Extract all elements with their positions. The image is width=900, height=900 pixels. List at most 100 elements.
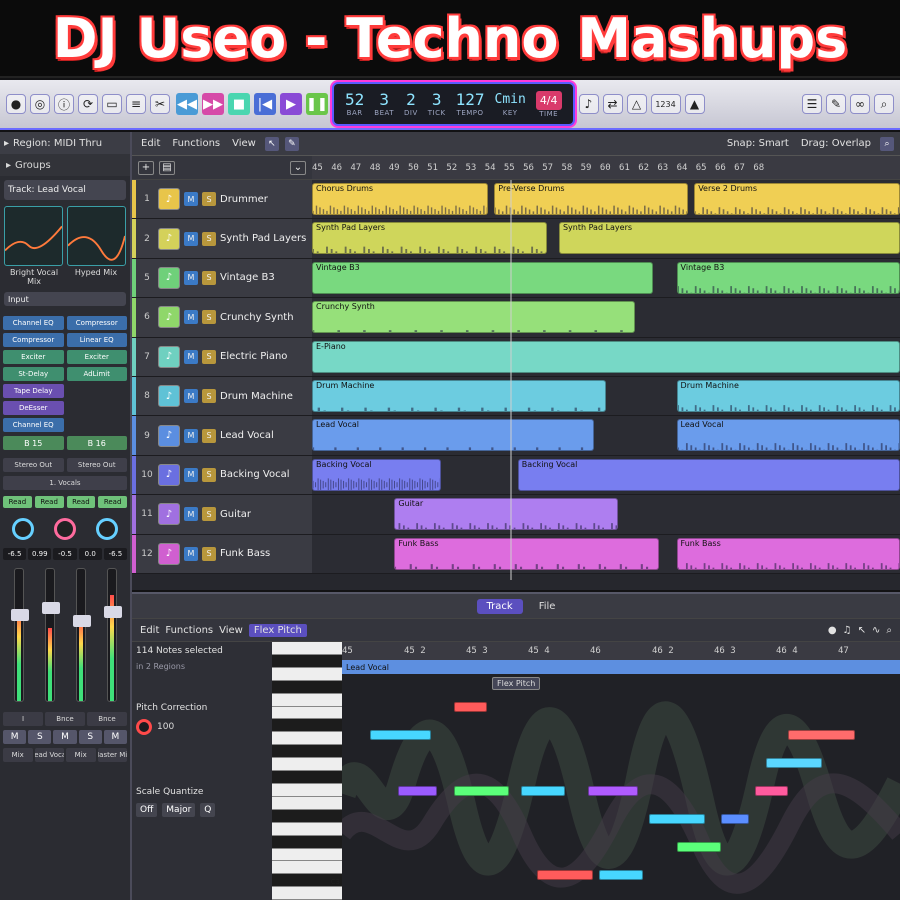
mute-button[interactable]: M xyxy=(103,730,128,744)
bar-ruler[interactable]: 45 46 47 48 49 50 51 52 53 54 55 56 57 58 59 60 61 62 63 64… xyxy=(312,156,900,179)
list-icon[interactable]: ☰ xyxy=(802,94,822,114)
stop-icon[interactable]: ■ xyxy=(228,93,250,115)
piano-key[interactable] xyxy=(272,783,342,797)
midi-note[interactable] xyxy=(721,814,750,824)
track-lane[interactable]: Crunchy Synth xyxy=(312,298,900,337)
track-name[interactable]: Guitar xyxy=(220,509,308,520)
midi-note[interactable] xyxy=(676,842,722,852)
track-name[interactable]: Synth Pad Layers xyxy=(220,233,308,244)
track-region[interactable]: Lead Vocal xyxy=(676,419,900,452)
mute-button[interactable]: M xyxy=(3,730,27,744)
solo-button[interactable]: S xyxy=(202,270,216,285)
bounce-label[interactable]: I xyxy=(3,712,43,726)
solo-button[interactable]: S xyxy=(28,730,52,744)
functions-menu[interactable]: Functions xyxy=(169,137,223,150)
track-header[interactable]: 5 ♪ M S Vintage B3 xyxy=(132,258,312,298)
piano-key[interactable] xyxy=(272,680,342,694)
instrument-icon[interactable]: ♪ xyxy=(158,188,180,211)
pause-icon[interactable]: ❚❚ xyxy=(306,93,328,115)
eq-curve-right[interactable] xyxy=(67,206,126,266)
instrument-icon[interactable]: ♪ xyxy=(158,542,180,565)
instrument-icon[interactable]: ♪ xyxy=(158,385,180,408)
to-start-icon[interactable]: |◀ xyxy=(254,93,276,115)
scissors-icon[interactable]: ✂ xyxy=(150,94,170,114)
track-row[interactable]: 11 ♪ M S Guitar Guitar xyxy=(132,495,900,535)
plugin-slot[interactable]: St-Delay xyxy=(3,367,64,381)
track-lane[interactable]: Lead Vocal Lead Vocal xyxy=(312,416,900,455)
pan-knob[interactable] xyxy=(54,518,76,540)
piano-key[interactable]: C3 xyxy=(272,874,342,888)
midi-note[interactable] xyxy=(788,730,856,740)
track-name[interactable]: Drum Machine xyxy=(220,391,308,402)
piano-key[interactable] xyxy=(272,822,342,836)
track-row[interactable]: 6 ♪ M S Crunchy Synth Crunchy Synth xyxy=(132,298,900,338)
editor-edit-menu[interactable]: Edit xyxy=(140,625,159,636)
volume-fader[interactable] xyxy=(41,568,60,702)
midi-in-icon[interactable]: ♫ xyxy=(843,625,852,636)
solo-button[interactable]: S xyxy=(202,546,216,561)
midi-note[interactable] xyxy=(397,786,437,796)
tab-file[interactable]: File xyxy=(539,601,556,612)
forward-icon[interactable]: ▶▶ xyxy=(202,93,224,115)
solo-button[interactable]: S xyxy=(202,231,216,246)
track-header[interactable]: 8 ♪ M S Drum Machine xyxy=(132,376,312,416)
add-track-icon[interactable]: + xyxy=(138,160,154,175)
cycle-icon[interactable]: ⟳ xyxy=(78,94,98,114)
track-region[interactable]: Synth Pad Layers xyxy=(558,222,900,255)
track-name[interactable]: Backing Vocal xyxy=(220,469,308,480)
bus-send[interactable]: B 15 xyxy=(3,436,64,450)
midi-note[interactable] xyxy=(453,786,510,796)
editor-region-bar[interactable]: Lead Vocal xyxy=(342,660,900,674)
plugin-slot[interactable]: AdLimit xyxy=(66,367,127,381)
piano-roll[interactable]: 45 45 2 45 3 45 4 46 46 2 46 3 46 4 47 Lead Voca… xyxy=(342,642,900,900)
output-slot[interactable]: Stereo Out xyxy=(66,458,127,472)
instrument-icon[interactable]: ♪ xyxy=(158,266,180,289)
lcd-key[interactable]: Cmin KEY xyxy=(490,84,531,124)
playhead[interactable] xyxy=(510,180,512,580)
mute-button[interactable]: M xyxy=(53,730,77,744)
track-row[interactable]: 2 ♪ M S Synth Pad Layers Synth Pad Layers Synt… xyxy=(132,219,900,259)
plugin-slot[interactable]: Linear EQ xyxy=(66,333,127,347)
metronome-icon[interactable]: △ xyxy=(626,94,647,114)
editor-ruler[interactable]: 45 45 2 45 3 45 4 46 46 2 46 3 46 4 47 xyxy=(342,642,900,660)
track-row[interactable]: 8 ♪ M S Drum Machine Drum Machine Drum Machine xyxy=(132,376,900,417)
track-name[interactable]: Vintage B3 xyxy=(220,272,308,283)
track-row[interactable]: 12 ♪ M S Funk Bass Funk Bass Funk Bass xyxy=(132,534,900,574)
track-region[interactable]: Pre-Verse Drums xyxy=(494,183,689,215)
rewind-icon[interactable]: ◀◀ xyxy=(176,93,198,115)
piano-key[interactable] xyxy=(272,771,342,784)
volume-fader[interactable] xyxy=(72,568,91,702)
track-lane[interactable]: Drum Machine Drum Machine xyxy=(312,376,900,416)
bounce-label[interactable]: Bnce xyxy=(87,712,127,726)
track-header[interactable]: 9 ♪ M S Lead Vocal xyxy=(132,416,312,455)
track-name[interactable]: Funk Bass xyxy=(220,548,308,559)
lcd-display[interactable]: 52 BAR 3 BEAT 2 DIV 3 TICK 127 TEMPO Cmi… xyxy=(334,84,573,124)
waveform-icon[interactable]: ∿ xyxy=(872,625,880,636)
track-region[interactable]: Vintage B3 xyxy=(312,261,654,294)
midi-note[interactable] xyxy=(587,786,638,796)
midi-note[interactable] xyxy=(453,702,488,712)
plugin-slot[interactable]: Channel EQ xyxy=(3,418,64,432)
instrument-icon[interactable]: ♪ xyxy=(158,345,180,368)
count-in-icon[interactable]: 1234 xyxy=(650,94,681,114)
record-icon[interactable]: ● xyxy=(828,625,837,636)
solo-button[interactable]: S xyxy=(202,467,216,482)
edit-menu[interactable]: Edit xyxy=(138,137,163,150)
automation-read[interactable]: Read xyxy=(98,496,127,508)
track-name[interactable]: Electric Piano xyxy=(220,351,308,362)
lcd-tempo[interactable]: 127 TEMPO xyxy=(451,84,490,124)
piano-key[interactable] xyxy=(272,642,342,655)
solo-button[interactable]: S xyxy=(202,507,216,522)
track-header[interactable]: 6 ♪ M S Crunchy Synth xyxy=(132,298,312,337)
track-header[interactable]: 12 ♪ M S Funk Bass xyxy=(132,534,312,573)
piano-key[interactable] xyxy=(272,796,342,810)
track-lane[interactable]: Funk Bass Funk Bass xyxy=(312,534,900,573)
track-name[interactable]: Lead Vocal xyxy=(220,430,308,441)
track-region[interactable]: E-Piano xyxy=(312,340,900,373)
track-region[interactable]: Chorus Drums xyxy=(312,183,489,215)
pencil-tool-icon[interactable]: ✎ xyxy=(284,136,299,151)
midi-note[interactable] xyxy=(537,870,594,880)
track-lane[interactable]: Synth Pad Layers Synth Pad Layers xyxy=(312,219,900,258)
tab-track[interactable]: Track xyxy=(476,598,523,614)
track-lane[interactable]: Backing Vocal Backing Vocal xyxy=(312,455,900,495)
